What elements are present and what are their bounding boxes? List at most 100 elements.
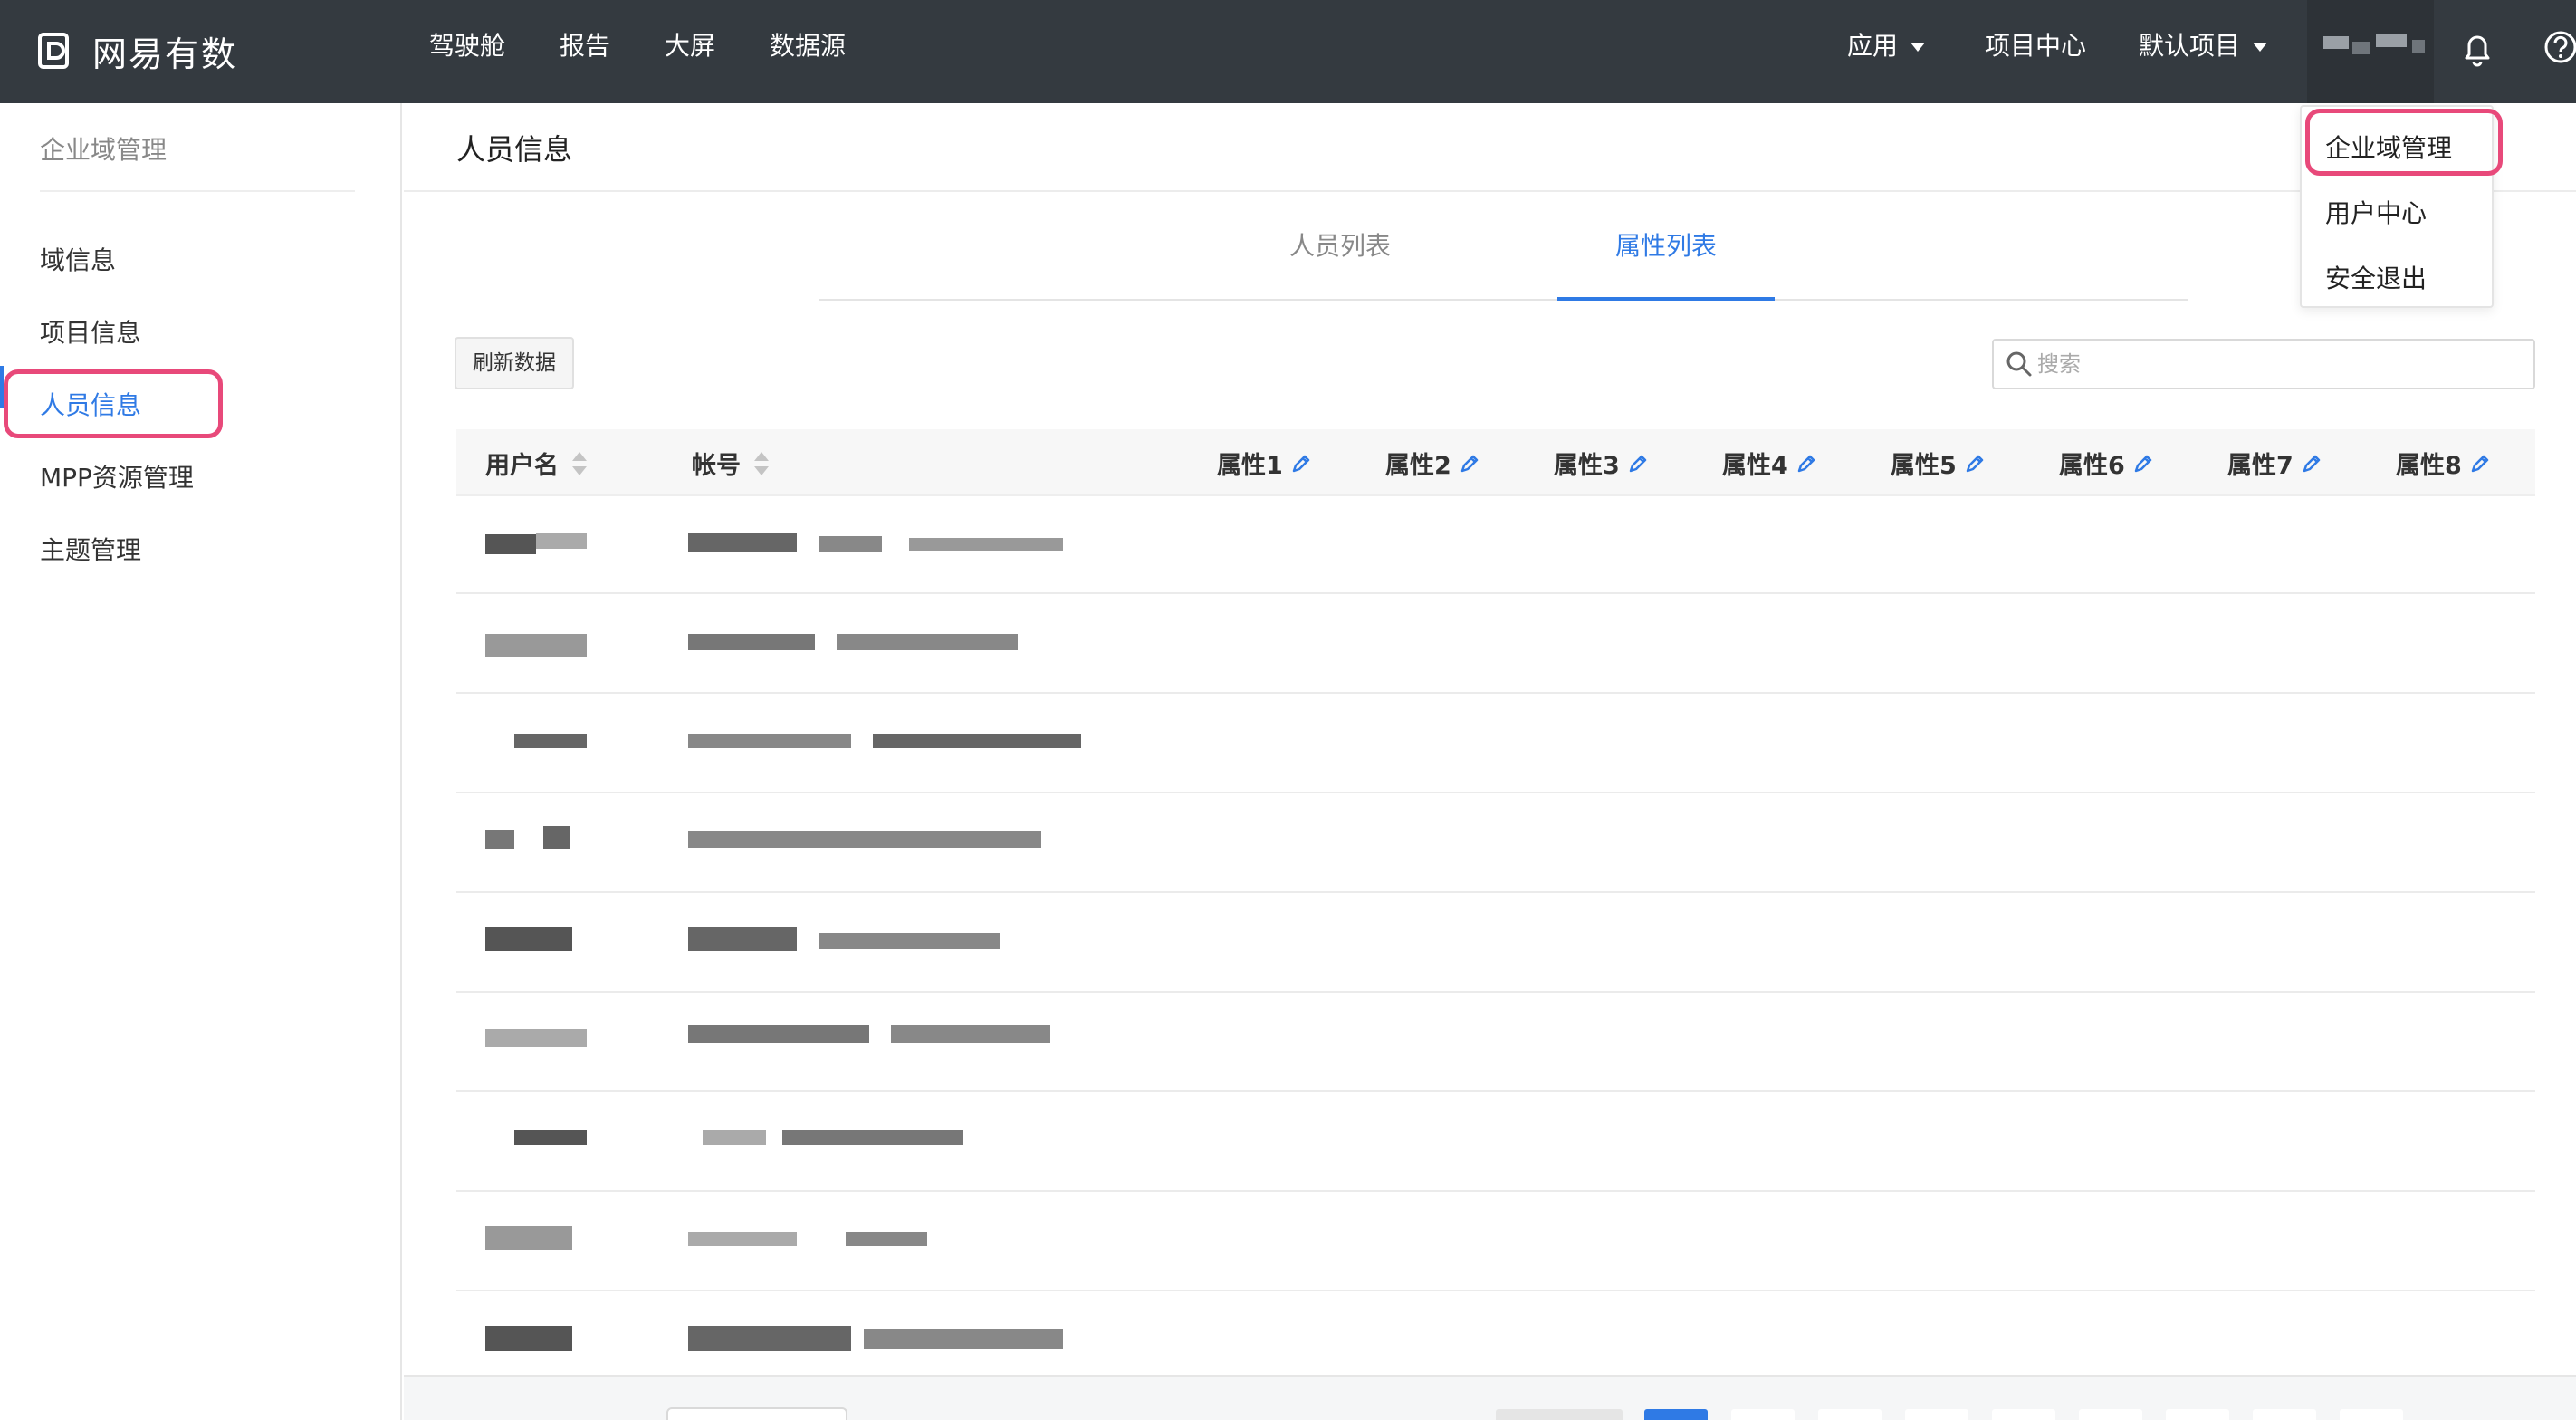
redacted-account xyxy=(819,933,1000,949)
pencil-icon[interactable] xyxy=(1627,453,1649,475)
redacted-username xyxy=(485,1226,572,1250)
pencil-icon[interactable] xyxy=(1459,453,1480,475)
page-button[interactable] xyxy=(2253,1409,2316,1420)
sidebar-divider xyxy=(40,190,355,192)
search-box[interactable] xyxy=(1992,339,2535,389)
redacted-account xyxy=(873,734,1081,748)
page-button[interactable] xyxy=(1731,1409,1795,1420)
redacted-username xyxy=(485,830,514,849)
redacted-username xyxy=(485,1326,572,1351)
column-header-attr-1: 属性1 xyxy=(1217,446,1312,481)
refresh-data-button[interactable]: 刷新数据 xyxy=(455,337,574,389)
caret-down-icon xyxy=(2253,43,2268,52)
page-button[interactable] xyxy=(2166,1409,2229,1420)
nav-data-source[interactable]: 数据源 xyxy=(770,27,846,65)
project-center-link[interactable]: 项目中心 xyxy=(1985,27,2086,65)
redacted-account xyxy=(819,536,882,552)
table-row[interactable] xyxy=(456,696,2535,793)
pencil-icon[interactable] xyxy=(2132,453,2154,475)
sort-icon[interactable] xyxy=(571,450,588,477)
blurred-username xyxy=(2412,40,2425,53)
table-row[interactable] xyxy=(456,994,2535,1092)
page-button[interactable] xyxy=(1992,1409,2055,1420)
column-header-attr-4: 属性4 xyxy=(1722,446,1817,481)
bell-icon[interactable] xyxy=(2459,29,2495,69)
sidebar-item-domain-info[interactable]: 域信息 xyxy=(40,241,116,277)
pencil-icon[interactable] xyxy=(2469,453,2491,475)
page-button[interactable] xyxy=(2340,1409,2403,1420)
sidebar-item-project-info[interactable]: 项目信息 xyxy=(40,313,141,350)
menu-item-user-center[interactable]: 用户中心 xyxy=(2325,194,2427,230)
page-button[interactable] xyxy=(2079,1409,2142,1420)
redacted-account xyxy=(846,1232,927,1246)
nav-cockpit[interactable]: 驾驶舱 xyxy=(429,27,505,65)
sort-icon[interactable] xyxy=(753,450,770,477)
page-button[interactable] xyxy=(1905,1409,1968,1420)
table-row[interactable] xyxy=(456,1094,2535,1192)
page-button[interactable] xyxy=(1818,1409,1882,1420)
redacted-username xyxy=(485,634,587,657)
help-icon[interactable] xyxy=(2542,29,2576,65)
table-row[interactable] xyxy=(456,496,2535,594)
apps-menu[interactable]: 应用 xyxy=(1847,27,1926,65)
column-header-attr-2: 属性2 xyxy=(1385,446,1480,481)
redacted-account xyxy=(909,538,1063,551)
sidebar-item-theme[interactable]: 主题管理 xyxy=(40,531,141,567)
sidebar-item-mpp-resource[interactable]: MPP资源管理 xyxy=(40,458,194,494)
tab-attribute-list[interactable]: 属性列表 xyxy=(1615,226,1717,263)
column-header-label: 属性2 xyxy=(1385,452,1451,480)
blurred-username xyxy=(2323,36,2349,49)
redacted-account xyxy=(688,1326,851,1351)
redacted-account xyxy=(688,1025,869,1043)
redacted-account xyxy=(688,1232,797,1246)
page-button-active[interactable] xyxy=(1644,1409,1708,1420)
nav-big-screen[interactable]: 大屏 xyxy=(665,27,715,65)
redacted-account xyxy=(891,1025,1050,1043)
redacted-account xyxy=(688,927,797,951)
redacted-account xyxy=(688,734,851,748)
blurred-username xyxy=(2376,34,2407,47)
tabs-baseline xyxy=(819,299,2188,301)
column-header-username[interactable]: 用户名 xyxy=(485,446,588,481)
table-row[interactable] xyxy=(456,596,2535,694)
search-icon xyxy=(2006,351,2032,377)
brand-logo[interactable]: 网易有数 xyxy=(34,22,237,80)
apps-menu-label: 应用 xyxy=(1847,31,1899,61)
page-size-select[interactable] xyxy=(666,1407,847,1420)
page-title: 人员信息 xyxy=(456,132,573,167)
nav-report[interactable]: 报告 xyxy=(560,27,610,65)
user-avatar-menu[interactable] xyxy=(2307,0,2434,103)
column-header-attr-8: 属性8 xyxy=(2396,446,2491,481)
column-header-label: 帐号 xyxy=(692,452,741,480)
column-header-label: 属性4 xyxy=(1722,452,1788,480)
column-header-label: 属性3 xyxy=(1554,452,1620,480)
menu-item-logout[interactable]: 安全退出 xyxy=(2325,259,2427,295)
redacted-account xyxy=(703,1130,766,1145)
column-header-label: 属性6 xyxy=(2059,452,2125,480)
column-header-label: 属性1 xyxy=(1217,452,1283,480)
search-input[interactable] xyxy=(2037,346,2526,382)
table-row[interactable] xyxy=(456,1194,2535,1291)
redacted-username xyxy=(536,532,587,549)
redacted-account xyxy=(688,532,797,552)
redacted-account xyxy=(688,831,1041,848)
default-project-menu[interactable]: 默认项目 xyxy=(2139,27,2268,65)
redacted-username xyxy=(514,734,587,748)
redacted-username xyxy=(485,1029,587,1047)
redacted-account xyxy=(864,1329,1063,1349)
prev-page-button[interactable] xyxy=(1496,1409,1623,1420)
column-header-label: 属性7 xyxy=(2227,452,2294,480)
column-header-account[interactable]: 帐号 xyxy=(692,446,770,481)
table-row[interactable] xyxy=(456,795,2535,893)
default-project-label: 默认项目 xyxy=(2139,31,2241,61)
column-header-attr-3: 属性3 xyxy=(1554,446,1649,481)
table-row[interactable] xyxy=(456,895,2535,993)
tab-member-list[interactable]: 人员列表 xyxy=(1289,226,1391,263)
pencil-icon[interactable] xyxy=(2301,453,2322,475)
pencil-icon[interactable] xyxy=(1964,453,1986,475)
pencil-icon[interactable] xyxy=(1796,453,1817,475)
redacted-username xyxy=(543,826,570,849)
column-header-label: 用户名 xyxy=(485,452,559,480)
redacted-account xyxy=(837,634,1018,650)
pencil-icon[interactable] xyxy=(1290,453,1312,475)
